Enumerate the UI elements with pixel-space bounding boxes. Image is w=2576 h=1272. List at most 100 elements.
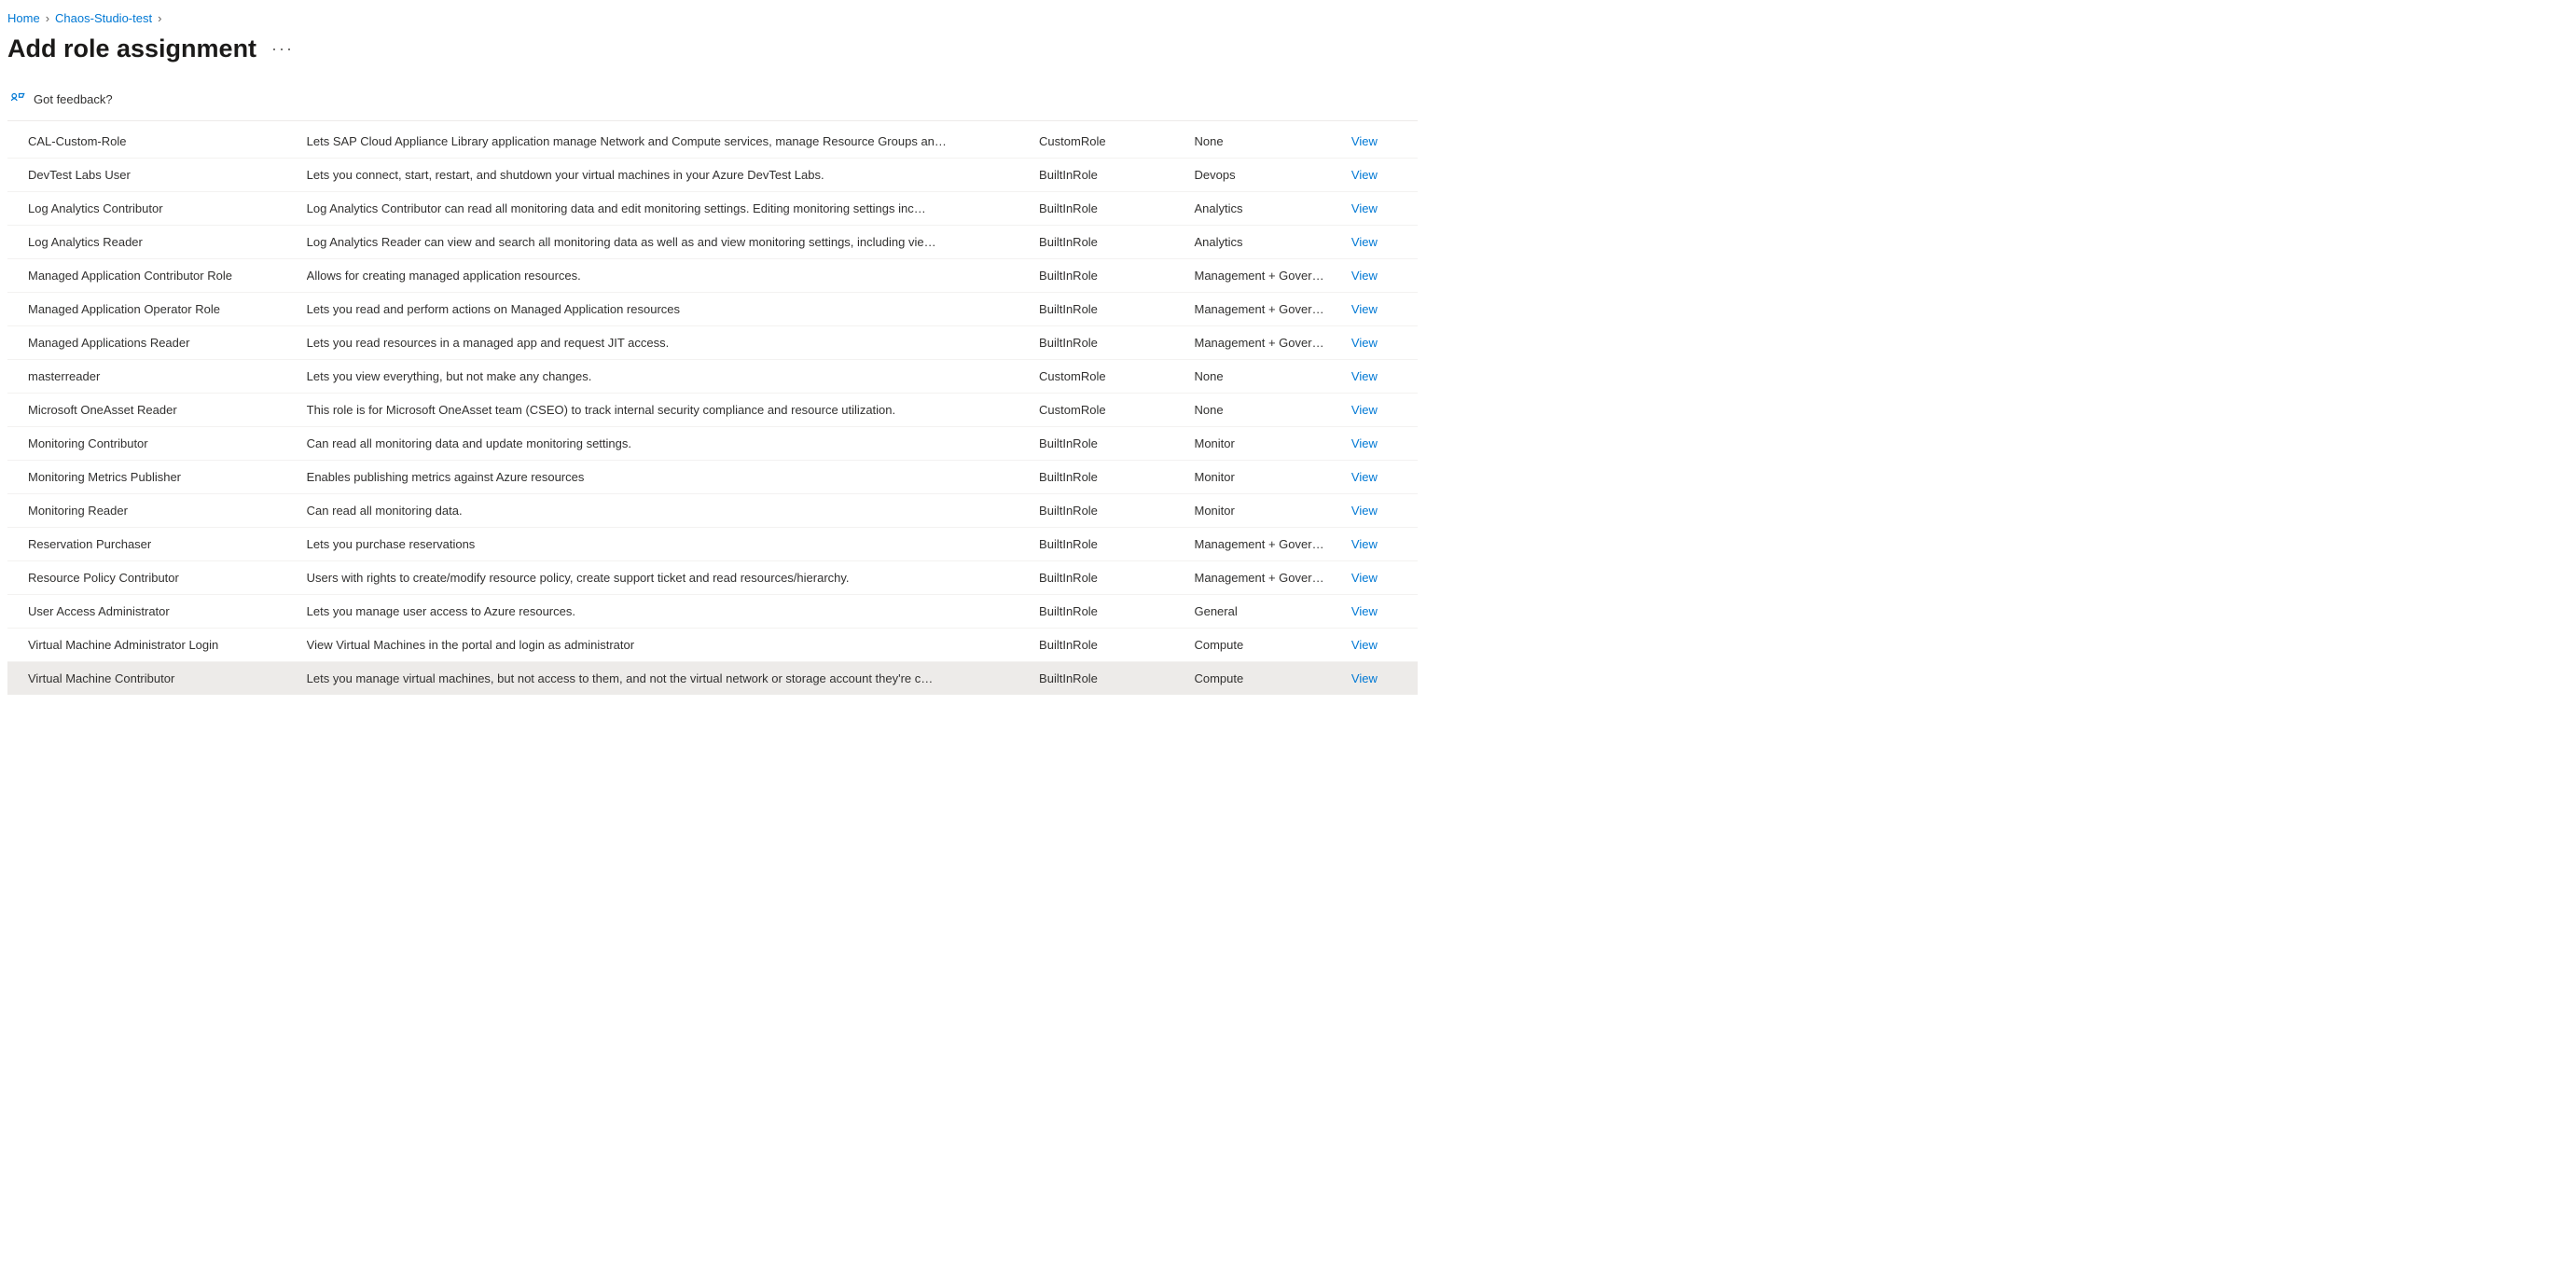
view-link[interactable]: View — [1351, 604, 1378, 618]
role-category-cell: Management + Gover… — [1194, 293, 1350, 326]
view-link[interactable]: View — [1351, 571, 1378, 585]
role-category-cell: General — [1194, 595, 1350, 629]
table-row[interactable]: masterreaderLets you view everything, bu… — [7, 360, 1418, 394]
role-view-cell: View — [1351, 595, 1418, 629]
view-link[interactable]: View — [1351, 134, 1378, 148]
role-name-cell: Virtual Machine Administrator Login — [7, 629, 307, 662]
more-actions-button[interactable]: ··· — [271, 39, 294, 59]
breadcrumb: Home › Chaos-Studio-test › — [7, 7, 1418, 35]
table-row[interactable]: Log Analytics ReaderLog Analytics Reader… — [7, 226, 1418, 259]
role-category-cell: None — [1194, 360, 1350, 394]
roles-table: CAL-Custom-RoleLets SAP Cloud Appliance … — [7, 125, 1418, 695]
role-type-cell: BuiltInRole — [1037, 259, 1194, 293]
role-category-cell: Management + Gover… — [1194, 259, 1350, 293]
page-title-row: Add role assignment ··· — [7, 35, 1418, 86]
role-view-cell: View — [1351, 125, 1418, 159]
view-link[interactable]: View — [1351, 436, 1378, 450]
role-view-cell: View — [1351, 259, 1418, 293]
role-description-cell: Lets you manage user access to Azure res… — [307, 595, 1037, 629]
role-type-cell: BuiltInRole — [1037, 561, 1194, 595]
role-description-cell: Lets you manage virtual machines, but no… — [307, 662, 1037, 696]
role-view-cell: View — [1351, 360, 1418, 394]
view-link[interactable]: View — [1351, 235, 1378, 249]
table-row[interactable]: Managed Application Operator RoleLets yo… — [7, 293, 1418, 326]
role-description-cell: View Virtual Machines in the portal and … — [307, 629, 1037, 662]
role-view-cell: View — [1351, 192, 1418, 226]
table-row[interactable]: Virtual Machine Administrator LoginView … — [7, 629, 1418, 662]
role-name-cell: Managed Application Contributor Role — [7, 259, 307, 293]
role-category-cell: Analytics — [1194, 226, 1350, 259]
role-view-cell: View — [1351, 461, 1418, 494]
view-link[interactable]: View — [1351, 302, 1378, 316]
breadcrumb-home[interactable]: Home — [7, 11, 40, 25]
feedback-link[interactable]: Got feedback? — [7, 86, 1418, 118]
role-category-cell: Analytics — [1194, 192, 1350, 226]
role-view-cell: View — [1351, 561, 1418, 595]
table-row[interactable]: Resource Policy ContributorUsers with ri… — [7, 561, 1418, 595]
view-link[interactable]: View — [1351, 504, 1378, 518]
role-description-cell: Log Analytics Contributor can read all m… — [307, 192, 1037, 226]
role-view-cell: View — [1351, 394, 1418, 427]
view-link[interactable]: View — [1351, 403, 1378, 417]
view-link[interactable]: View — [1351, 336, 1378, 350]
view-link[interactable]: View — [1351, 470, 1378, 484]
view-link[interactable]: View — [1351, 201, 1378, 215]
role-name-cell: Monitoring Contributor — [7, 427, 307, 461]
role-view-cell: View — [1351, 662, 1418, 696]
role-type-cell: BuiltInRole — [1037, 326, 1194, 360]
role-name-cell: Log Analytics Contributor — [7, 192, 307, 226]
role-type-cell: BuiltInRole — [1037, 528, 1194, 561]
role-type-cell: BuiltInRole — [1037, 662, 1194, 696]
role-type-cell: BuiltInRole — [1037, 192, 1194, 226]
role-type-cell: CustomRole — [1037, 394, 1194, 427]
table-row[interactable]: User Access AdministratorLets you manage… — [7, 595, 1418, 629]
role-type-cell: BuiltInRole — [1037, 226, 1194, 259]
feedback-label: Got feedback? — [34, 92, 113, 106]
role-description-cell: Log Analytics Reader can view and search… — [307, 226, 1037, 259]
role-type-cell: CustomRole — [1037, 360, 1194, 394]
role-category-cell: Monitor — [1194, 494, 1350, 528]
table-row[interactable]: Monitoring ContributorCan read all monit… — [7, 427, 1418, 461]
view-link[interactable]: View — [1351, 369, 1378, 383]
role-category-cell: Compute — [1194, 662, 1350, 696]
table-row[interactable]: Virtual Machine ContributorLets you mana… — [7, 662, 1418, 696]
table-row[interactable]: Managed Application Contributor RoleAllo… — [7, 259, 1418, 293]
role-description-cell: Lets you read and perform actions on Man… — [307, 293, 1037, 326]
table-row[interactable]: Monitoring ReaderCan read all monitoring… — [7, 494, 1418, 528]
table-row[interactable]: Microsoft OneAsset ReaderThis role is fo… — [7, 394, 1418, 427]
role-type-cell: BuiltInRole — [1037, 461, 1194, 494]
role-name-cell: Managed Application Operator Role — [7, 293, 307, 326]
table-row[interactable]: Managed Applications ReaderLets you read… — [7, 326, 1418, 360]
role-category-cell: Compute — [1194, 629, 1350, 662]
role-view-cell: View — [1351, 427, 1418, 461]
view-link[interactable]: View — [1351, 671, 1378, 685]
table-row[interactable]: Log Analytics ContributorLog Analytics C… — [7, 192, 1418, 226]
role-category-cell: None — [1194, 125, 1350, 159]
role-view-cell: View — [1351, 528, 1418, 561]
role-view-cell: View — [1351, 159, 1418, 192]
role-view-cell: View — [1351, 629, 1418, 662]
table-row[interactable]: Reservation PurchaserLets you purchase r… — [7, 528, 1418, 561]
role-name-cell: Reservation Purchaser — [7, 528, 307, 561]
role-category-cell: Monitor — [1194, 461, 1350, 494]
role-name-cell: masterreader — [7, 360, 307, 394]
view-link[interactable]: View — [1351, 638, 1378, 652]
view-link[interactable]: View — [1351, 168, 1378, 182]
breadcrumb-item-1[interactable]: Chaos-Studio-test — [55, 11, 152, 25]
view-link[interactable]: View — [1351, 269, 1378, 283]
breadcrumb-separator: › — [158, 11, 161, 25]
page-title: Add role assignment — [7, 35, 256, 63]
role-name-cell: Virtual Machine Contributor — [7, 662, 307, 696]
table-row[interactable]: Monitoring Metrics PublisherEnables publ… — [7, 461, 1418, 494]
role-category-cell: Management + Gover… — [1194, 326, 1350, 360]
role-category-cell: Management + Gover… — [1194, 528, 1350, 561]
table-row[interactable]: DevTest Labs UserLets you connect, start… — [7, 159, 1418, 192]
role-description-cell: Lets you view everything, but not make a… — [307, 360, 1037, 394]
role-name-cell: User Access Administrator — [7, 595, 307, 629]
role-type-cell: BuiltInRole — [1037, 159, 1194, 192]
view-link[interactable]: View — [1351, 537, 1378, 551]
role-description-cell: This role is for Microsoft OneAsset team… — [307, 394, 1037, 427]
role-category-cell: Monitor — [1194, 427, 1350, 461]
role-name-cell: Resource Policy Contributor — [7, 561, 307, 595]
table-row[interactable]: CAL-Custom-RoleLets SAP Cloud Appliance … — [7, 125, 1418, 159]
